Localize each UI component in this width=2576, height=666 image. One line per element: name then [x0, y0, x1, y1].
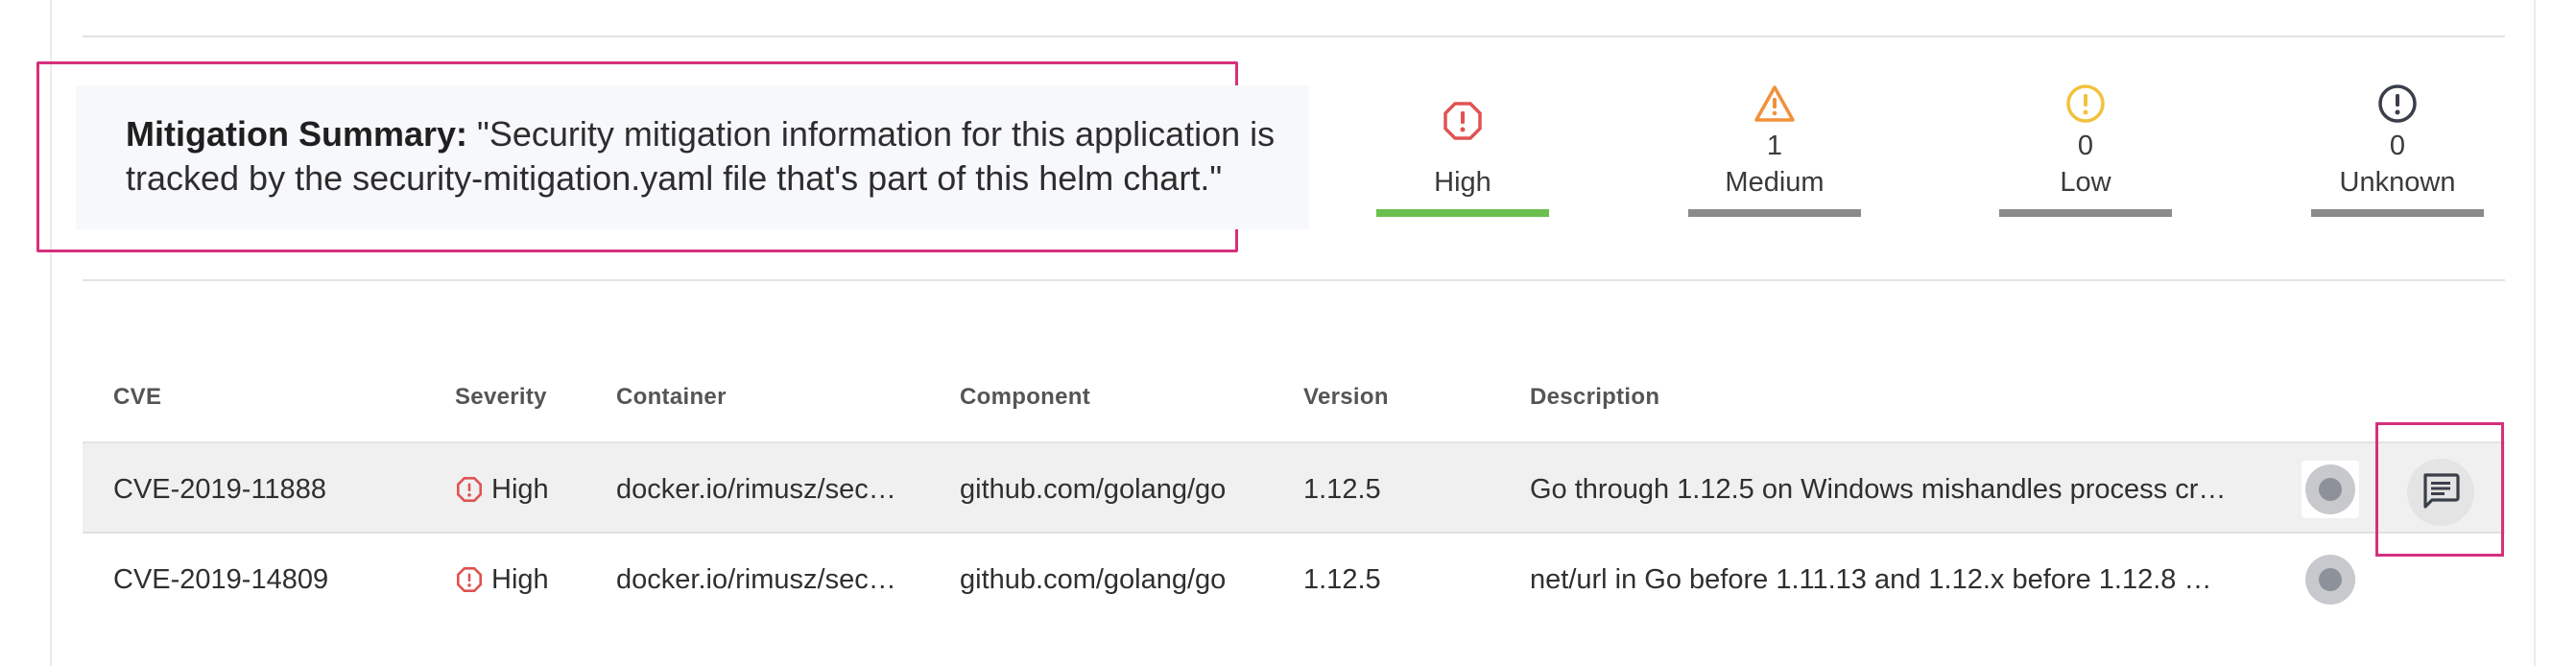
severity-label-medium: Medium: [1725, 167, 1825, 198]
toggle-knob: [2319, 478, 2342, 501]
column-header-container[interactable]: Container: [616, 384, 727, 411]
toggle-knob: [2319, 568, 2342, 591]
component-name: github.com/golang/go: [960, 563, 1227, 595]
severity-tab-indicator-unknown: [2311, 209, 2484, 217]
severity-tab-low[interactable]: 0 Low: [1999, 79, 2172, 217]
table-row[interactable]: CVE-2019-14809 High docker.io/rimusz/sec…: [83, 534, 2505, 626]
status-toggle[interactable]: [2305, 464, 2355, 514]
triangle-warning-icon: [1688, 79, 1861, 129]
description: Go through 1.12.5 on Windows mishandles …: [1530, 473, 2227, 505]
column-header-version[interactable]: Version: [1303, 384, 1389, 411]
severity-tab-unknown[interactable]: 0 Unknown: [2311, 79, 2484, 217]
comment-button-highlight: [2375, 422, 2504, 557]
version: 1.12.5: [1303, 563, 1381, 595]
severity-text: High: [491, 473, 549, 505]
vulnerability-panel: Mitigation Summary: "Security mitigation…: [0, 0, 2576, 666]
comment-icon: [2421, 472, 2460, 513]
mitigation-summary-text: Mitigation Summary: "Security mitigation…: [126, 112, 1297, 201]
column-header-severity[interactable]: Severity: [455, 384, 547, 411]
severity-tab-indicator-medium: [1688, 209, 1861, 217]
severity-count-low: 0: [2077, 131, 2094, 161]
component-name: github.com/golang/go: [960, 473, 1227, 505]
severity-label-unknown: Unknown: [2339, 167, 2456, 198]
container-name: docker.io/rimusz/sec…: [616, 473, 896, 505]
mitigation-summary: Mitigation Summary: "Security mitigation…: [76, 85, 1309, 229]
cve-id: CVE-2019-11888: [113, 473, 326, 505]
column-header-cve[interactable]: CVE: [113, 384, 161, 411]
mitigation-summary-label: Mitigation Summary:: [126, 114, 468, 154]
severity-label-low: Low: [2060, 167, 2111, 198]
mitigation-summary-highlight: Mitigation Summary: "Security mitigation…: [36, 61, 1309, 252]
circle-exclamation-icon: [1999, 79, 2172, 129]
column-header-description[interactable]: Description: [1530, 384, 1659, 411]
octagon-exclamation-icon: [1376, 79, 1549, 163]
severity-text: High: [491, 563, 549, 595]
description: net/url in Go before 1.11.13 and 1.12.x …: [1530, 563, 2212, 595]
card-right-edge: [2534, 0, 2536, 666]
severity-tab-medium[interactable]: 1 Medium: [1688, 79, 1861, 217]
comment-button[interactable]: [2407, 459, 2474, 526]
severity-count-unknown: 0: [2389, 131, 2406, 161]
severity-tab-indicator-high: [1376, 209, 1549, 217]
container-name: docker.io/rimusz/sec…: [616, 563, 896, 595]
octagon-exclamation-icon: [457, 567, 482, 592]
summary-divider: [83, 279, 2505, 281]
circle-exclamation-icon: [2311, 79, 2484, 129]
version: 1.12.5: [1303, 473, 1381, 505]
severity-cell: High: [457, 443, 549, 535]
status-toggle[interactable]: [2305, 555, 2355, 605]
severity-tab-high[interactable]: High: [1376, 79, 1549, 217]
table-row[interactable]: CVE-2019-11888 High docker.io/rimusz/sec…: [83, 441, 2505, 534]
severity-cell: High: [457, 534, 549, 626]
cve-id: CVE-2019-14809: [113, 563, 329, 595]
octagon-exclamation-icon: [457, 477, 482, 502]
severity-count-medium: 1: [1766, 131, 1783, 161]
severity-label-high: High: [1434, 167, 1491, 198]
top-divider: [83, 36, 2505, 37]
column-header-component[interactable]: Component: [960, 384, 1090, 411]
severity-tab-indicator-low: [1999, 209, 2172, 217]
